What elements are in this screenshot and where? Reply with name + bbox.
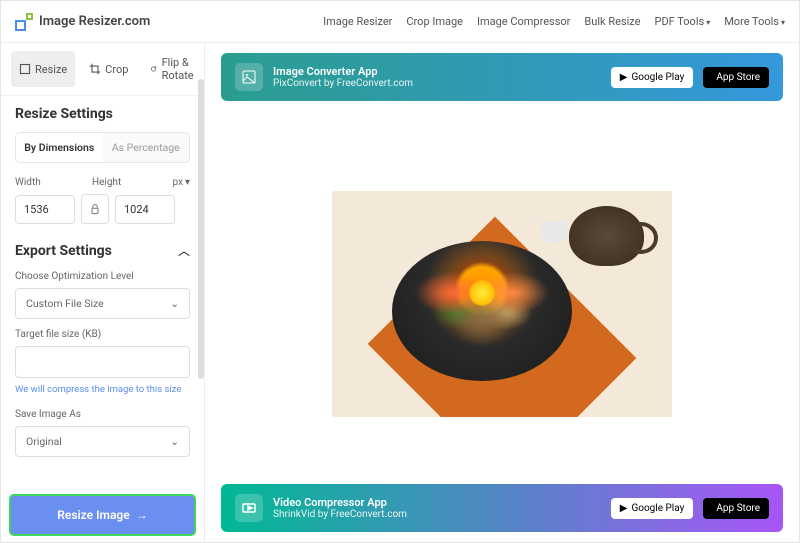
resize-icon (19, 63, 31, 75)
logo-text: Image Resizer.com (39, 14, 150, 29)
nav-pdf-tools[interactable]: PDF Tools▾ (655, 15, 711, 28)
height-label: Height (92, 177, 121, 188)
export-settings-title: Export Settings (15, 243, 112, 259)
chevron-up-icon: ︿ (178, 242, 190, 259)
sidebar: Resize Crop Flip & Rotate Resize Setting… (1, 43, 205, 542)
resize-settings-title: Resize Settings (15, 106, 190, 122)
image-canvas[interactable] (221, 115, 783, 532)
google-play-button[interactable]: ▶Google Play (611, 67, 694, 88)
unit-selector[interactable]: px▾ (172, 177, 190, 188)
ad-text: Video Compressor App ShrinkVid by FreeCo… (273, 496, 601, 520)
chevron-down-icon: ⌄ (170, 435, 179, 448)
width-label: Width (15, 177, 41, 188)
resize-image-button[interactable]: Resize Image → (9, 494, 196, 536)
body: Resize Crop Flip & Rotate Resize Setting… (1, 43, 799, 542)
dimension-inputs (15, 194, 190, 224)
target-size-input[interactable] (15, 346, 190, 378)
optimization-select[interactable]: Custom File Size ⌄ (15, 288, 190, 319)
tab-flip-rotate[interactable]: Flip & Rotate (142, 51, 206, 87)
compress-hint: We will compress the image to this size (15, 384, 190, 395)
ad-video-compressor: Video Compressor App ShrinkVid by FreeCo… (221, 484, 783, 532)
rotate-icon (150, 63, 157, 75)
export-header[interactable]: Export Settings ︿ (15, 242, 190, 259)
nav-bulk-resize[interactable]: Bulk Resize (584, 15, 640, 28)
app-store-button[interactable]: App Store (703, 498, 769, 519)
tab-resize[interactable]: Resize (11, 51, 75, 87)
logo-icon (15, 13, 33, 31)
app-window: Image Resizer.com Image Resizer Crop Ima… (0, 0, 800, 543)
save-as-label: Save Image As (15, 409, 190, 420)
play-icon: ▶ (620, 72, 628, 83)
play-icon: ▶ (620, 503, 628, 514)
nav-crop-image[interactable]: Crop Image (406, 15, 463, 28)
nav-image-compressor[interactable]: Image Compressor (477, 15, 570, 28)
width-input[interactable] (15, 195, 75, 224)
main-area: Image Converter App PixConvert by FreeCo… (205, 43, 799, 542)
topbar: Image Resizer.com Image Resizer Crop Ima… (1, 1, 799, 43)
logo[interactable]: Image Resizer.com (15, 13, 150, 31)
mode-by-dimensions[interactable]: By Dimensions (16, 133, 103, 162)
preview-image (332, 191, 672, 417)
settings-panel: Resize Settings By Dimensions As Percent… (1, 96, 204, 542)
height-input[interactable] (115, 195, 175, 224)
chevron-down-icon: ▾ (706, 18, 710, 27)
tab-crop[interactable]: Crop (81, 51, 136, 87)
optimization-label: Choose Optimization Level (15, 271, 190, 282)
video-icon (235, 494, 263, 522)
chevron-down-icon: ▾ (185, 177, 190, 188)
top-nav: Image Resizer Crop Image Image Compresso… (323, 15, 785, 28)
chevron-down-icon: ⌄ (170, 297, 179, 310)
mode-as-percentage[interactable]: As Percentage (103, 133, 190, 162)
resize-mode-toggle: By Dimensions As Percentage (15, 132, 190, 163)
arrow-right-icon: → (136, 508, 148, 522)
scrollbar[interactable] (198, 79, 204, 379)
target-size-label: Target file size (KB) (15, 329, 190, 340)
nav-image-resizer[interactable]: Image Resizer (323, 15, 392, 28)
google-play-button[interactable]: ▶Google Play (611, 498, 694, 519)
lock-aspect-button[interactable] (81, 194, 109, 224)
save-as-select[interactable]: Original ⌄ (15, 426, 190, 457)
app-store-button[interactable]: App Store (703, 67, 769, 88)
crop-icon (89, 63, 101, 75)
ad-text: Image Converter App PixConvert by FreeCo… (273, 65, 601, 89)
ad-image-converter: Image Converter App PixConvert by FreeCo… (221, 53, 783, 101)
image-icon (235, 63, 263, 91)
dimension-labels: Width Height px▾ (15, 177, 190, 188)
lock-icon (89, 203, 101, 215)
nav-more-tools[interactable]: More Tools▾ (724, 15, 785, 28)
chevron-down-icon: ▾ (781, 18, 785, 27)
tool-tabs: Resize Crop Flip & Rotate (1, 43, 204, 96)
